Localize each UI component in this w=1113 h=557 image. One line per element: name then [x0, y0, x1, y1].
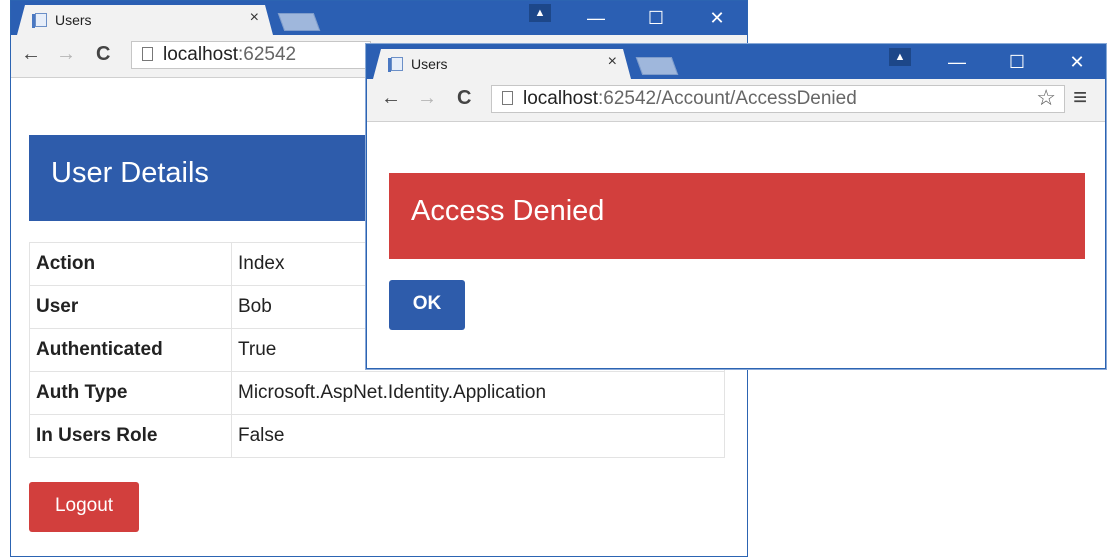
row-key: Authenticated: [29, 328, 232, 372]
tab-close-icon[interactable]: ×: [250, 9, 259, 27]
minimize-icon[interactable]: —: [937, 45, 977, 79]
minimize-icon[interactable]: —: [576, 1, 616, 35]
tab-title: Users: [55, 12, 92, 28]
front-titlebar: Users × ▲ — ☐ ✕: [367, 45, 1105, 79]
table-row: In Users Role False: [29, 414, 725, 458]
menu-icon[interactable]: ≡: [1073, 84, 1087, 112]
maximize-icon[interactable]: ☐: [636, 1, 676, 35]
front-tab-users[interactable]: Users ×: [373, 49, 631, 79]
page-favicon-icon: [35, 13, 47, 27]
reload-icon[interactable]: C: [96, 43, 110, 66]
close-window-icon[interactable]: ✕: [697, 1, 737, 35]
new-tab-button[interactable]: [635, 57, 679, 75]
user-profile-icon[interactable]: ▲: [889, 48, 911, 66]
page-icon: [142, 47, 153, 61]
new-tab-button[interactable]: [277, 13, 321, 31]
row-key: Action: [29, 242, 232, 286]
front-browser-window: Users × ▲ — ☐ ✕ ← → C localhost:62542/Ac…: [366, 44, 1106, 369]
close-window-icon[interactable]: ✕: [1057, 45, 1097, 79]
address-path: :62542: [238, 44, 297, 65]
row-key: User: [29, 285, 232, 329]
maximize-icon[interactable]: ☐: [997, 45, 1037, 79]
row-key: Auth Type: [29, 371, 232, 415]
tab-close-icon[interactable]: ×: [608, 53, 617, 71]
back-arrow-icon[interactable]: ←: [21, 43, 41, 66]
tab-title: Users: [411, 56, 448, 72]
bookmark-star-icon[interactable]: ☆: [1036, 85, 1056, 111]
access-denied-title: Access Denied: [389, 173, 1085, 259]
back-arrow-icon[interactable]: ←: [381, 87, 401, 110]
address-host: localhost: [163, 44, 238, 65]
front-page-content: Access Denied OK: [367, 122, 1105, 368]
page-icon: [502, 91, 513, 105]
row-value: False: [231, 414, 725, 458]
address-bar[interactable]: localhost:62542/Account/AccessDenied ☆: [491, 85, 1065, 113]
reload-icon[interactable]: C: [457, 87, 471, 110]
back-titlebar: Users × ▲ — ☐ ✕: [11, 1, 747, 35]
address-bar[interactable]: localhost:62542: [131, 41, 371, 69]
row-value: Microsoft.AspNet.Identity.Application: [231, 371, 725, 415]
back-tab-users[interactable]: Users ×: [17, 5, 273, 35]
table-row: Auth Type Microsoft.AspNet.Identity.Appl…: [29, 371, 725, 415]
ok-button[interactable]: OK: [389, 280, 465, 330]
front-toolbar: ← → C localhost:62542/Account/AccessDeni…: [367, 79, 1105, 122]
forward-arrow-icon[interactable]: →: [56, 43, 76, 66]
row-key: In Users Role: [29, 414, 232, 458]
forward-arrow-icon[interactable]: →: [417, 87, 437, 110]
page-favicon-icon: [391, 57, 403, 71]
logout-button[interactable]: Logout: [29, 482, 139, 532]
user-profile-icon[interactable]: ▲: [529, 4, 551, 22]
address-host: localhost: [523, 88, 598, 109]
address-path: :62542/Account/AccessDenied: [598, 88, 857, 109]
